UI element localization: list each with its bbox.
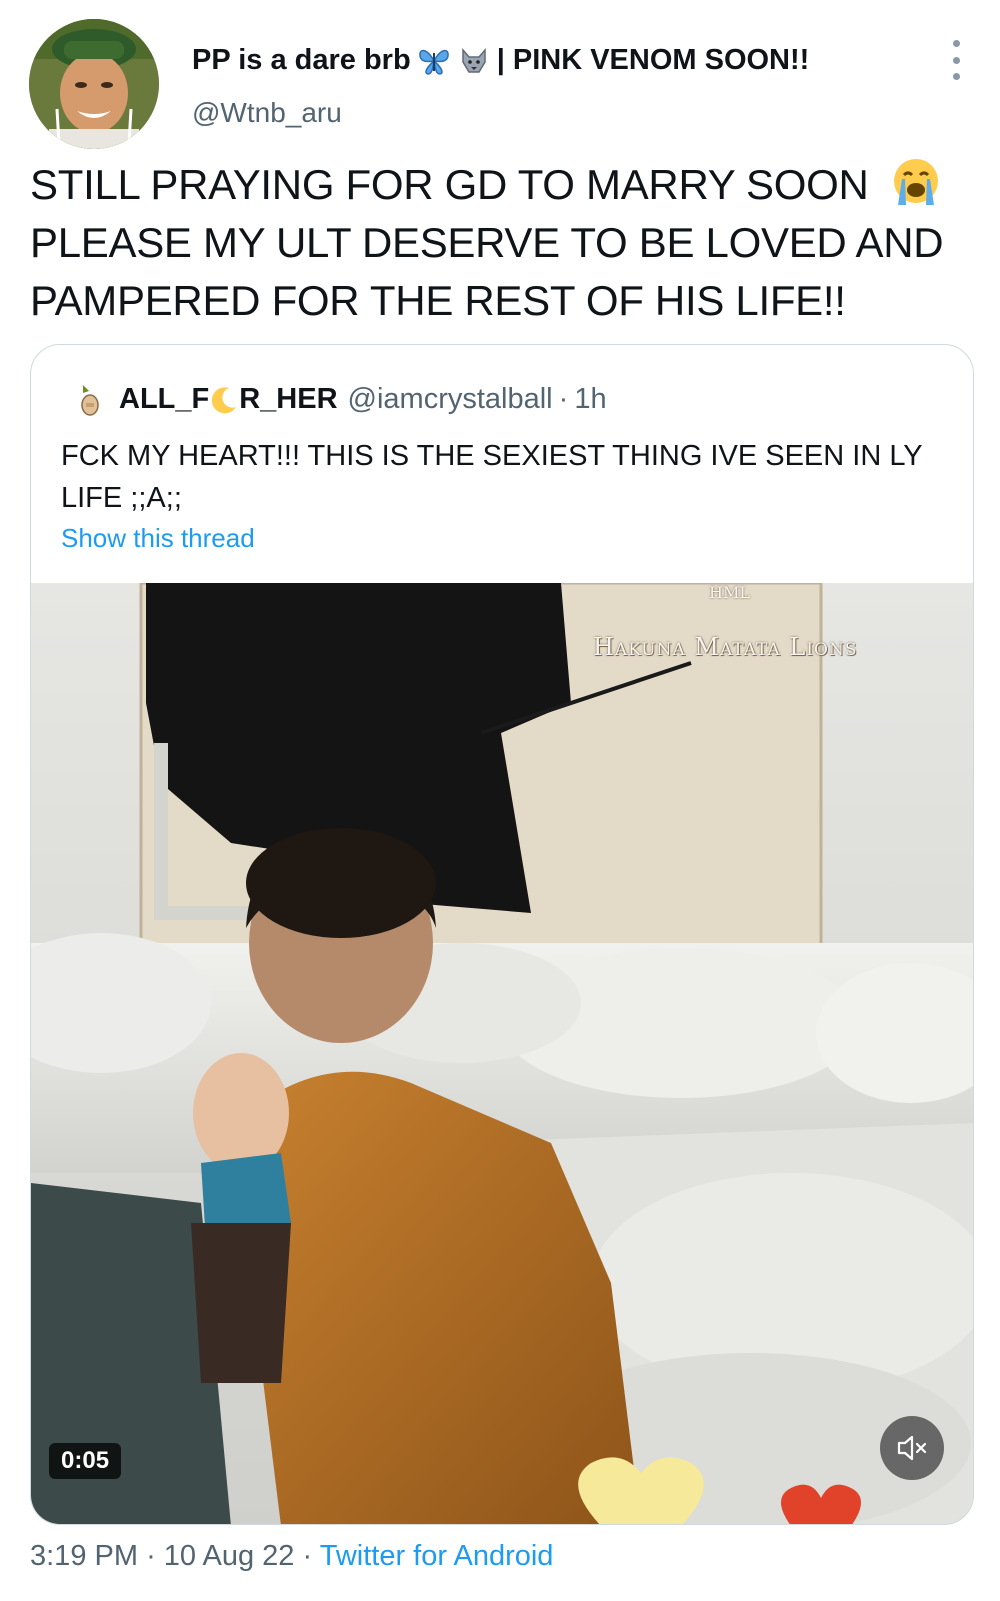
butterfly-icon [418, 49, 449, 75]
quote-author-name[interactable]: ALL_F R_HER [119, 383, 338, 416]
video-duration: 0:05 [49, 1443, 122, 1479]
quote-timestamp[interactable]: 1h [574, 383, 606, 416]
tweet-source-link[interactable]: Twitter for Android [320, 1540, 554, 1572]
author-display-name[interactable]: PP is a dare brb | PINK VENOM SOON!! [192, 44, 809, 77]
quote-name-part2: R_HER [239, 382, 338, 415]
author-handle[interactable]: @Wtnb_aru [192, 97, 342, 129]
quote-header: ALL_F R_HER @iamcrystalball · 1h [75, 381, 607, 417]
tweet-text-rest: PLEASE MY ULT DESERVE TO BE LOVED AND PA… [30, 219, 944, 324]
tweet-date[interactable]: 10 Aug 22 [164, 1540, 295, 1572]
avatar-photo [29, 19, 159, 149]
quoted-tweet-card[interactable]: ALL_F R_HER @iamcrystalball · 1h FCK MY H… [30, 344, 974, 1525]
quote-avatar-icon[interactable] [75, 381, 105, 417]
tweet-meta: 3:19 PM · 10 Aug 22 · Twitter for Androi… [30, 1540, 553, 1573]
show-thread-link[interactable]: Show this thread [61, 523, 255, 554]
meta-separator-2: · [302, 1540, 313, 1572]
tweet-text-line1: STILL PRAYING FOR GD TO MARRY SOON [30, 161, 869, 208]
quote-separator: · [558, 382, 569, 415]
mute-button[interactable] [880, 1416, 944, 1480]
author-avatar[interactable] [29, 19, 159, 149]
author-name-text: PP is a dare brb [192, 44, 411, 76]
video-frame [31, 583, 973, 1524]
video-watermark: Hakuna Matata Lions [593, 633, 858, 661]
video-watermark-top: HML [709, 583, 750, 602]
volume-muted-icon [897, 1435, 927, 1461]
author-name-suffix: | PINK VENOM SOON!! [496, 44, 810, 76]
tweet-time[interactable]: 3:19 PM [30, 1540, 138, 1572]
video-player[interactable]: HML Hakuna Matata Lions 0:05 [31, 583, 973, 1524]
loudly-crying-face-icon [893, 159, 938, 205]
meta-separator-1: · [146, 1540, 156, 1572]
more-options-icon[interactable] [944, 40, 968, 80]
wolf-icon [461, 47, 486, 73]
crescent-moon-icon [212, 387, 237, 414]
quote-author-handle[interactable]: @iamcrystalball [348, 383, 553, 416]
tweet-text: STILL PRAYING FOR GD TO MARRY SOON PLEAS… [30, 156, 980, 330]
quote-text: FCK MY HEART!!! THIS IS THE SEXIEST THIN… [61, 440, 923, 514]
quote-name-part1: ALL_F [119, 382, 210, 415]
